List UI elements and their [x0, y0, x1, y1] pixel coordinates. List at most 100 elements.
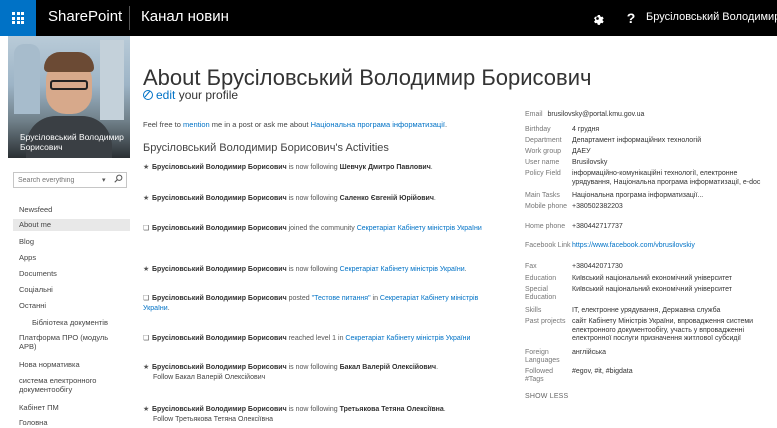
activity-verb: is now following: [286, 266, 340, 273]
mention-text: .: [444, 120, 448, 129]
detail-label: Past projects: [525, 318, 566, 325]
nav-item-blog[interactable]: Blog: [19, 237, 129, 246]
activity-actor-link[interactable]: Брусіловський Володимир Борисович: [152, 266, 287, 273]
nav-item-social[interactable]: Соціальні: [19, 285, 129, 294]
mention-prompt: Feel free to mention me in a post or ask…: [143, 120, 447, 129]
activity-item: ❏ Брусіловський Володимир Борисович poste…: [143, 294, 488, 313]
follow-star-icon: ★: [143, 406, 150, 413]
activity-item: ★ Брусіловський Володимир Борисович is no…: [143, 265, 488, 275]
search-box[interactable]: ▾: [13, 172, 127, 188]
nav-item-edms[interactable]: система електронного документообігу: [19, 376, 111, 394]
activity-target-link[interactable]: Третьякова Тетяна Олексіївна: [340, 406, 444, 413]
follow-star-icon: ★: [143, 266, 150, 273]
activity-item: ★ Брусіловський Володимир Борисович is no…: [143, 405, 488, 424]
follow-star-icon: ★: [143, 164, 150, 171]
activity-tail: .: [436, 364, 439, 371]
detail-value: +380442071730: [572, 263, 623, 270]
detail-value: інформаційно-комунікаційні технології, е…: [572, 170, 761, 186]
detail-label: Policy Field: [525, 170, 561, 177]
photo-caption: Брусіловський Володимир Борисович: [20, 132, 124, 152]
mention-text: me in a post or ask me about: [209, 120, 311, 129]
nav-item-recent[interactable]: Останні: [19, 301, 129, 310]
detail-label: Special Education: [525, 286, 557, 301]
page-title: About Брусіловський Володимир Борисович: [143, 64, 592, 90]
activity-target-link[interactable]: Секретаріат Кабінету міністрів України: [345, 335, 470, 342]
suite-bar: SharePoint Канал новин ? Брусіловський В…: [0, 0, 777, 36]
community-icon: ❏: [143, 295, 150, 302]
activity-target-link[interactable]: "Тестове питання": [312, 295, 371, 302]
detail-label: User name: [525, 159, 560, 166]
detail-value: Київський національний економічний уніве…: [572, 286, 732, 293]
activity-actor-link[interactable]: Брусіловський Володимир Борисович: [152, 164, 287, 171]
photo-person-glasses: [50, 80, 88, 90]
detail-value[interactable]: https://www.facebook.com/vbrusilovskiy: [572, 242, 772, 251]
activity-actor-link[interactable]: Брусіловський Володимир Борисович: [152, 225, 287, 232]
interest-tag-link[interactable]: Національна програма інформатизації: [311, 120, 445, 129]
activity-item: ★ Брусіловський Володимир Борисович is no…: [143, 194, 488, 204]
detail-value: англійська: [572, 349, 606, 356]
activity-tail: .: [443, 406, 446, 413]
user-menu[interactable]: Брусіловський Володимир: [646, 11, 777, 23]
nav-item-documents[interactable]: Documents: [19, 269, 129, 278]
activity-actor-link[interactable]: Брусіловський Володимир Борисович: [152, 295, 287, 302]
detail-value: 4 грудня: [572, 126, 600, 133]
mention-link[interactable]: mention: [183, 120, 210, 129]
activity-verb: is now following: [286, 364, 340, 371]
search-input[interactable]: [14, 173, 102, 187]
gear-icon[interactable]: [580, 0, 614, 36]
detail-label: Followed #Tags: [525, 368, 554, 383]
edit-rest: your profile: [175, 88, 239, 102]
activity-target-link[interactable]: Шевчук Дмитро Павлович: [340, 164, 431, 171]
nav-item-apps[interactable]: Apps: [19, 253, 129, 262]
nav-item-document-library[interactable]: Бібліотека документів: [32, 318, 142, 327]
email-value[interactable]: brusilovsky@portal.kmu.gov.ua: [548, 111, 645, 118]
activity-actor-link[interactable]: Брусіловський Володимир Борисович: [152, 406, 287, 413]
activity-actor-link[interactable]: Брусіловський Володимир Борисович: [152, 335, 287, 342]
nav-item-home[interactable]: Головна: [19, 418, 129, 427]
detail-label: Skills: [525, 307, 542, 314]
edit-word: edit: [156, 88, 176, 102]
detail-value: +380442717737: [572, 223, 623, 230]
profile-photo: Брусіловський Володимир Борисович: [8, 36, 130, 158]
activity-verb: posted: [286, 295, 312, 302]
nav-item-newsfeed[interactable]: Newsfeed: [19, 205, 129, 214]
nav-item-about-me[interactable]: About me: [13, 219, 130, 231]
follow-star-icon: ★: [143, 364, 150, 371]
detail-value: +380502382203: [572, 203, 623, 210]
edit-profile-link[interactable]: edit your profile: [143, 88, 238, 102]
nav-item-new-regulations[interactable]: Нова нормативка: [19, 360, 129, 369]
detail-value: Brusilovsky: [572, 159, 608, 166]
photo-person-hair: [44, 52, 94, 72]
activity-target-link[interactable]: Секретаріат Кабінету міністрів України: [357, 225, 482, 232]
activity-target-link[interactable]: Секретаріат Кабінету міністрів України: [340, 266, 465, 273]
site-title[interactable]: Канал новин: [141, 8, 229, 25]
activity-actor-link[interactable]: Брусіловський Володимир Борисович: [152, 195, 287, 202]
search-icon[interactable]: [114, 174, 123, 185]
nav-item-cabinet-pm[interactable]: Кабінет ПМ: [19, 403, 129, 412]
detail-label: Department: [525, 137, 562, 144]
mention-text: Feel free to: [143, 120, 184, 129]
help-icon[interactable]: ?: [614, 0, 648, 36]
detail-label: Mobile phone: [525, 203, 568, 210]
sharepoint-brand-link[interactable]: SharePoint: [48, 8, 122, 25]
email-row: Email brusilovsky@portal.kmu.gov.ua: [525, 111, 644, 118]
community-icon: ❏: [143, 225, 150, 232]
detail-value: сайт Кабінету Міністрів України, впровад…: [572, 318, 754, 342]
app-launcher-icon[interactable]: [0, 0, 36, 36]
detail-value: ДАЕУ: [572, 148, 591, 155]
search-scope-dropdown-icon[interactable]: ▾: [102, 176, 106, 184]
nav-item-pro-platform[interactable]: Платформа ПРО (модуль АРВ): [19, 333, 111, 351]
edit-pencil-icon: [143, 90, 153, 100]
activity-target-link[interactable]: Саленко Євгеній Юрійович: [340, 195, 434, 202]
detail-value: #egov, #it, #bigdata: [572, 368, 633, 375]
activity-actor-link[interactable]: Брусіловський Володимир Борисович: [152, 364, 287, 371]
follow-star-icon: ★: [143, 195, 150, 202]
detail-label: Home phone: [525, 223, 566, 230]
follow-link[interactable]: Follow Бакал Валерій Олексійович: [143, 373, 488, 383]
detail-label: Foreign Languages: [525, 349, 560, 364]
show-less-link[interactable]: SHOW LESS: [525, 393, 568, 400]
activity-target-link[interactable]: Бакал Валерій Олексійович: [340, 364, 436, 371]
detail-label: Main Tasks: [525, 192, 560, 199]
activity-tail: in: [370, 295, 380, 302]
follow-link[interactable]: Follow Третьякова Тетяна Олексіївна: [143, 415, 488, 425]
